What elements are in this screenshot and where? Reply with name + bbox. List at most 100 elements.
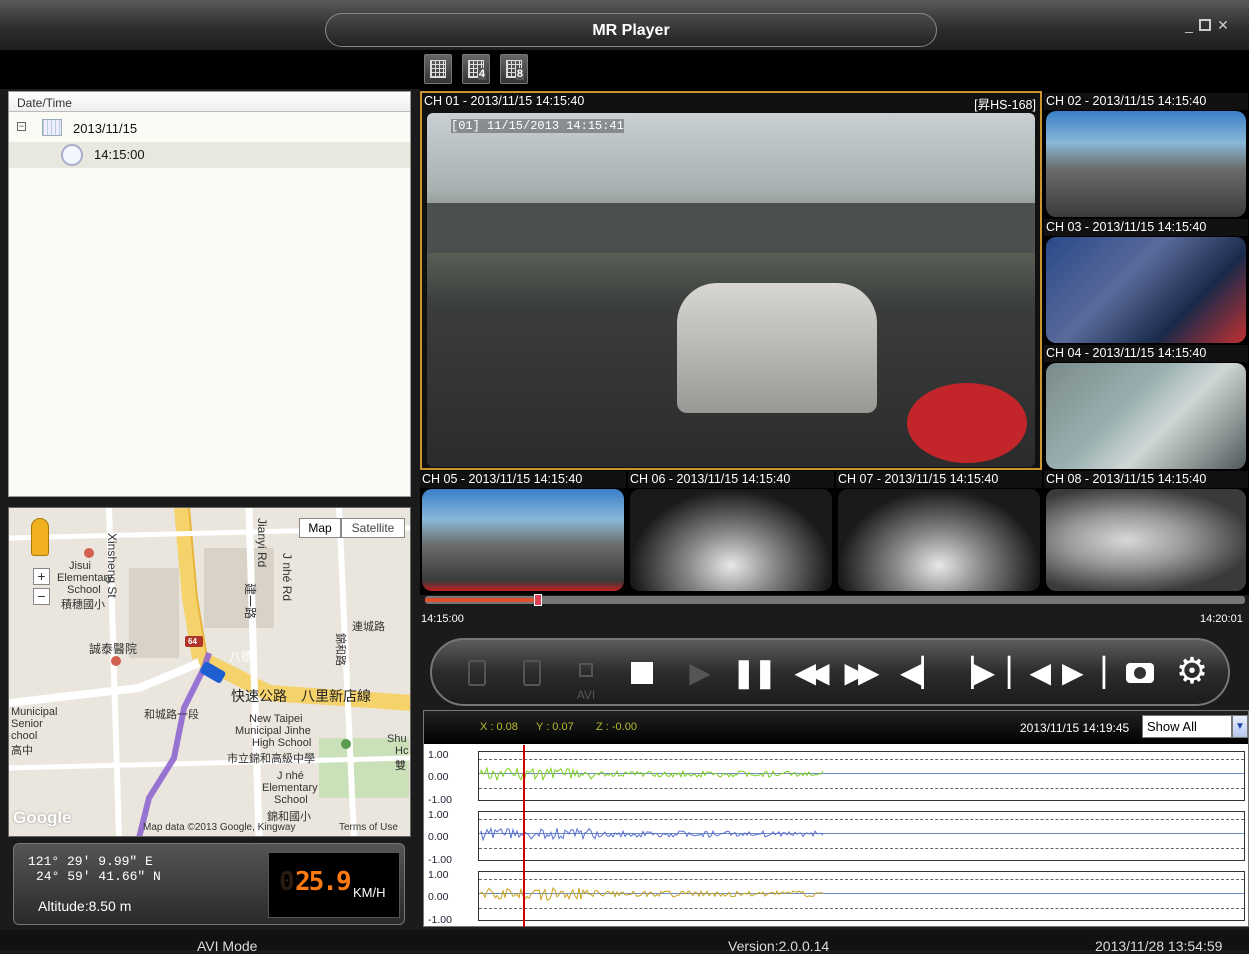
- channel-5-view[interactable]: CH 05 - 2013/11/15 14:15:40: [420, 471, 626, 593]
- export-avi-label: AVI: [576, 688, 596, 702]
- close-icon[interactable]: ✕: [1216, 18, 1230, 32]
- settings-button[interactable]: ⚙: [1172, 651, 1212, 691]
- map-label: Municipal: [11, 706, 58, 718]
- channel-6-view[interactable]: CH 06 - 2013/11/15 14:15:40: [628, 471, 834, 593]
- speedometer: 0 25.9 KM/H: [268, 852, 400, 918]
- channel-2-view[interactable]: CH 02 - 2013/11/15 14:15:40: [1044, 93, 1248, 218]
- status-bar: AVI Mode Version:2.0.0.14 2013/11/28 13:…: [0, 930, 1249, 954]
- rewind-icon: ◀◀: [794, 657, 829, 688]
- red-object-shape: [907, 383, 1027, 463]
- status-datetime: 2013/11/28 13:54:59: [1095, 938, 1223, 954]
- map-label: Xinsheng St: [105, 533, 119, 598]
- layout-4-button[interactable]: 4: [462, 54, 490, 84]
- channel-4-view[interactable]: CH 04 - 2013/11/15 14:15:40: [1044, 345, 1248, 470]
- maximize-icon[interactable]: [1199, 19, 1211, 31]
- sensor-timestamp: 2013/11/15 14:19:45: [1020, 721, 1130, 735]
- step-forward-button[interactable]: ▕▶: [952, 653, 996, 693]
- map-view[interactable]: 64 + − Map Satellite Jisui Elementary Sc…: [8, 507, 411, 837]
- g-sensor-panel: X : 0.08 Y : 0.07 Z : -0.00 2013/11/15 1…: [423, 710, 1249, 927]
- channel-7-video: [838, 489, 1040, 591]
- step-back-button[interactable]: ◀▏: [900, 653, 944, 693]
- play-icon: ▶: [689, 657, 711, 688]
- sensor-filter-value: Show All: [1147, 719, 1197, 734]
- channel-8-view[interactable]: CH 08 - 2013/11/15 14:15:40: [1044, 471, 1248, 593]
- skip-end-icon: ▶▕: [1062, 657, 1106, 688]
- step-forward-icon: ▕▶: [952, 657, 996, 688]
- minimize-icon[interactable]: _: [1182, 18, 1196, 32]
- sensor-axis-label: 0.00: [428, 891, 449, 903]
- map-label: 誠泰醫院: [89, 642, 138, 656]
- map-labels: Jisui Elementary School 積穗國小 Xinsheng St…: [9, 508, 410, 836]
- skip-start-button[interactable]: ▏◀: [1008, 653, 1051, 693]
- map-label: New Taipei: [249, 713, 303, 725]
- gps-info-panel: 121° 29' 9.99" E 24° 59' 41.66" N Altitu…: [13, 843, 405, 925]
- toolbar: [0, 50, 1249, 89]
- layout-1-button[interactable]: [424, 54, 452, 84]
- play-button[interactable]: ▶: [680, 653, 720, 693]
- channel-8-label: CH 08 - 2013/11/15 14:15:40: [1044, 471, 1248, 488]
- grid-1x1-icon: [430, 60, 446, 78]
- timeline-end: 14:20:01: [1200, 613, 1243, 625]
- map-label: Jisui: [69, 560, 92, 572]
- map-label: 快速公路: [231, 688, 287, 704]
- overpass-shape: [427, 203, 1035, 253]
- timeline-thumb[interactable]: [534, 594, 542, 606]
- channel-8-video: [1046, 489, 1246, 591]
- map-label: J nhé Rd: [280, 553, 294, 602]
- map-attribution: Map data ©2013 Google, Kingway: [143, 822, 296, 833]
- sensor-time-cursor[interactable]: [523, 745, 525, 927]
- layout-4-badge: 4: [477, 68, 486, 80]
- speed-value: 25.9: [295, 867, 352, 897]
- timeline-progress: [425, 598, 538, 602]
- chevron-down-icon[interactable]: ▼: [1232, 715, 1248, 738]
- sensor-y-value: Y : 0.07: [536, 721, 574, 733]
- map-label: J nhé: [277, 770, 304, 782]
- layout-8-button[interactable]: 8: [500, 54, 528, 84]
- sensor-x-value: X : 0.08: [480, 721, 518, 733]
- map-label: 高中: [11, 745, 33, 757]
- channel-3-view[interactable]: CH 03 - 2013/11/15 14:15:40: [1044, 219, 1248, 344]
- longitude-text: 121° 29' 9.99" E: [28, 854, 153, 869]
- sensor-graph-2: [478, 811, 1245, 861]
- map-label: Senior: [11, 718, 43, 730]
- map-terms-link[interactable]: Terms of Use: [339, 822, 398, 833]
- step-back-icon: ◀▏: [900, 657, 944, 688]
- tree-time-row[interactable]: 14:15:00: [9, 142, 410, 168]
- channel-3-video: [1046, 237, 1246, 343]
- channel-1-plate: [昇HS-168]: [974, 98, 1036, 112]
- collapse-icon[interactable]: −: [17, 122, 26, 131]
- channel-1-video: [01] 11/15/2013 14:15:41: [427, 113, 1035, 467]
- map-label: Elementary: [262, 782, 318, 794]
- channel-5-video: [422, 489, 624, 591]
- map-label: chool: [11, 730, 38, 742]
- snapshot-button[interactable]: [1120, 653, 1160, 693]
- clock-icon: [61, 144, 83, 166]
- channel-6-label: CH 06 - 2013/11/15 14:15:40: [628, 471, 834, 488]
- timeline-start: 14:15:00: [421, 613, 464, 625]
- skip-end-button[interactable]: ▶▕: [1062, 653, 1106, 693]
- map-label: 連城路: [352, 621, 385, 633]
- save-button[interactable]: [512, 653, 552, 693]
- map-label: School: [274, 794, 308, 806]
- map-label: 錦和路: [334, 633, 346, 666]
- fast-forward-button[interactable]: ▶▶: [838, 653, 879, 693]
- sensor-axis-label: 1.00: [428, 749, 449, 761]
- channel-3-label: CH 03 - 2013/11/15 14:15:40: [1044, 219, 1248, 236]
- sensor-filter-select[interactable]: Show All: [1142, 715, 1232, 738]
- tree-date-row[interactable]: − 2013/11/15: [9, 116, 410, 142]
- stop-button[interactable]: [622, 653, 662, 693]
- channel-6-video: [630, 489, 832, 591]
- map-label: Municipal Jinhe: [235, 725, 311, 737]
- record-button[interactable]: [457, 653, 497, 693]
- sensor-axis-label: -1.00: [428, 794, 452, 806]
- timeline-track[interactable]: [425, 594, 1245, 606]
- channel-1-label: CH 01 - 2013/11/15 14:15:40: [422, 93, 1040, 110]
- channel-1-view[interactable]: CH 01 - 2013/11/15 14:15:40 [昇HS-168] [0…: [420, 91, 1042, 470]
- pause-icon: ❚❚: [732, 657, 777, 688]
- date-time-tree: Date/Time − 2013/11/15 14:15:00: [8, 91, 411, 497]
- sensor-graph-3: [478, 871, 1245, 921]
- pause-button[interactable]: ❚❚: [732, 653, 777, 693]
- rewind-button[interactable]: ◀◀: [788, 653, 829, 693]
- channel-7-view[interactable]: CH 07 - 2013/11/15 14:15:40: [836, 471, 1042, 593]
- export-avi-button[interactable]: AVI: [566, 653, 606, 702]
